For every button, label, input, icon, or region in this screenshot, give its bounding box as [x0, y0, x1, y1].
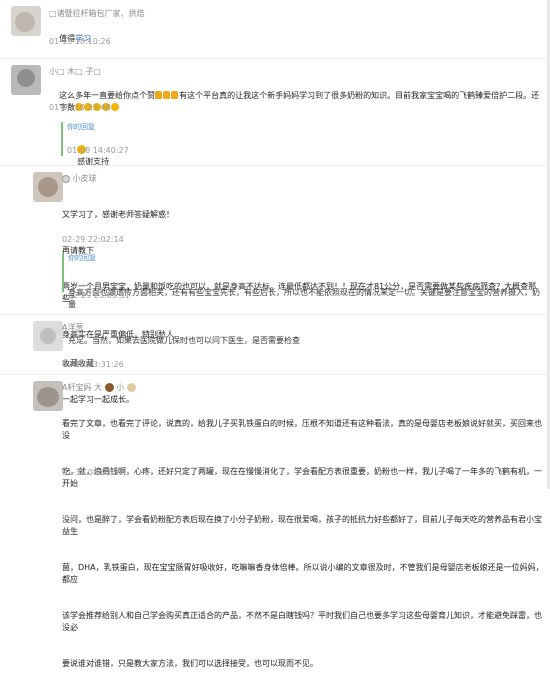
comment-text: 看完了文章，也看完了评论，说真的，给我儿子买乳铁蛋白的时候，压根不知道还有这种看… [62, 394, 544, 694]
commenter-name[interactable]: A轩宝妈 大 小 [62, 382, 136, 393]
thumbs-up-icon [155, 91, 163, 99]
comment-text-line: 菌，DHA，乳铁蛋白，现在宝宝肠胃好吸收好，吃嘛嘛香身体倍棒。所以说小编的文章很… [62, 563, 544, 584]
reply-text-line: 身高方面也跟遗传方面相关，还有有些宝宝先长，有些后长，所以也不能依照现在的情况来… [68, 288, 540, 309]
comment-text-line: 要说谁对谁错，只是教大家方法，我们可以选择接受，也可以现而不见。 [62, 659, 318, 668]
commenter-name[interactable]: A洋葱 [62, 322, 83, 333]
comment-item: □诸暨拉杆箱包厂家、烘焙 值得学习 01-13 18:10:26 [0, 0, 550, 58]
comment-text-line: 没问，也是醉了，学会看奶粉配方表后现在换了小分子奶粉，现在很爱喝，孩子的抵抗力好… [62, 515, 542, 536]
thumbs-up-icon [163, 91, 171, 99]
comment-item: 小□ 木□ 子□ 这么多年一直要给你点个赞 有这个平台真的让我这个新手妈妈学习到了… [0, 59, 550, 166]
comment-item: A洋葱 收藏收藏 一起学习一起成长。 02-16 13:31:26 [0, 315, 550, 404]
comment-text-line: 有这个平台真的让我这个新手妈妈学习到了很多奶粉的知识。目前我家宝宝喝的飞鹤臻爱倍… [179, 91, 540, 100]
avatar[interactable] [33, 381, 63, 411]
pet-emoji-icon [126, 383, 136, 392]
reply-timestamp: 02-29 23:05:31 [68, 291, 130, 300]
comment-item: A轩宝妈 大 小 看完了文章，也看完了评论，说真的，给我儿子买乳铁蛋白的时候，压… [0, 375, 550, 668]
comment-item: 小皮球 又学习了，感谢老师答疑解惑！ 再请教下 两岁一个月男宝宝，奶量和饭吃的也… [0, 166, 550, 345]
commenter-name-text: 小皮球 [72, 174, 97, 183]
avatar[interactable] [33, 321, 63, 351]
reply-label: 你的回复 [67, 123, 95, 131]
commenter-name[interactable]: □诸暨拉杆箱包厂家、烘焙 [49, 8, 145, 19]
thumbs-up-icon [171, 91, 179, 99]
comment-text-line: 该学会推荐给别人和自己学会购买真正适合的产品，不然不是白瞎钱吗？平时我们自己也要… [62, 611, 542, 632]
comment-timestamp: 02-16 13:31:26 [62, 360, 124, 369]
commenter-name-suffix: 小 [116, 383, 125, 392]
smile-emoji-icon [111, 103, 120, 111]
avatar[interactable] [11, 6, 41, 36]
reply-indicator-bar [62, 254, 64, 292]
comment-timestamp: 02-29 22:02:14 [62, 235, 124, 244]
comment-text-line: 吃，就，浪费钱啊，心疼，还好只定了两罐，现在在慢慢消化了，学会看配方表很重要，奶… [62, 467, 542, 488]
comment-text-line: 再请教下 [62, 246, 94, 255]
comment-timestamp: 01-08 10:23:48 [49, 103, 111, 112]
comment-text: 这么多年一直要给你点个赞 有这个平台真的让我这个新手妈妈学习到了很多奶粉的知识。目… [49, 78, 544, 114]
commenter-name[interactable]: 小皮球 [62, 173, 97, 184]
comment-text-line: 看完了文章，也看完了评论，说真的，给我儿子买乳铁蛋白的时候，压根不知道还有这种看… [62, 419, 542, 440]
comment-timestamp: 01-31 08:05:52 [62, 468, 124, 477]
avatar[interactable] [11, 65, 41, 95]
avatar[interactable] [33, 172, 63, 202]
reply-label: 你的回复 [68, 254, 96, 262]
reply-indicator-bar [61, 122, 63, 156]
commenter-name-text: A轩宝妈 [62, 383, 92, 392]
comment-timestamp: 01-13 18:10:26 [49, 37, 111, 46]
comment-text-line: 又学习了，感谢老师答疑解惑！ [62, 210, 174, 219]
reply-timestamp: 01-08 14:40:27 [67, 146, 129, 155]
commenter-name[interactable]: 小□ 木□ 子□ [49, 66, 101, 77]
search-icon [62, 175, 70, 183]
commenter-name-suffix: 大 [94, 383, 103, 392]
bear-emoji-icon [104, 383, 114, 392]
